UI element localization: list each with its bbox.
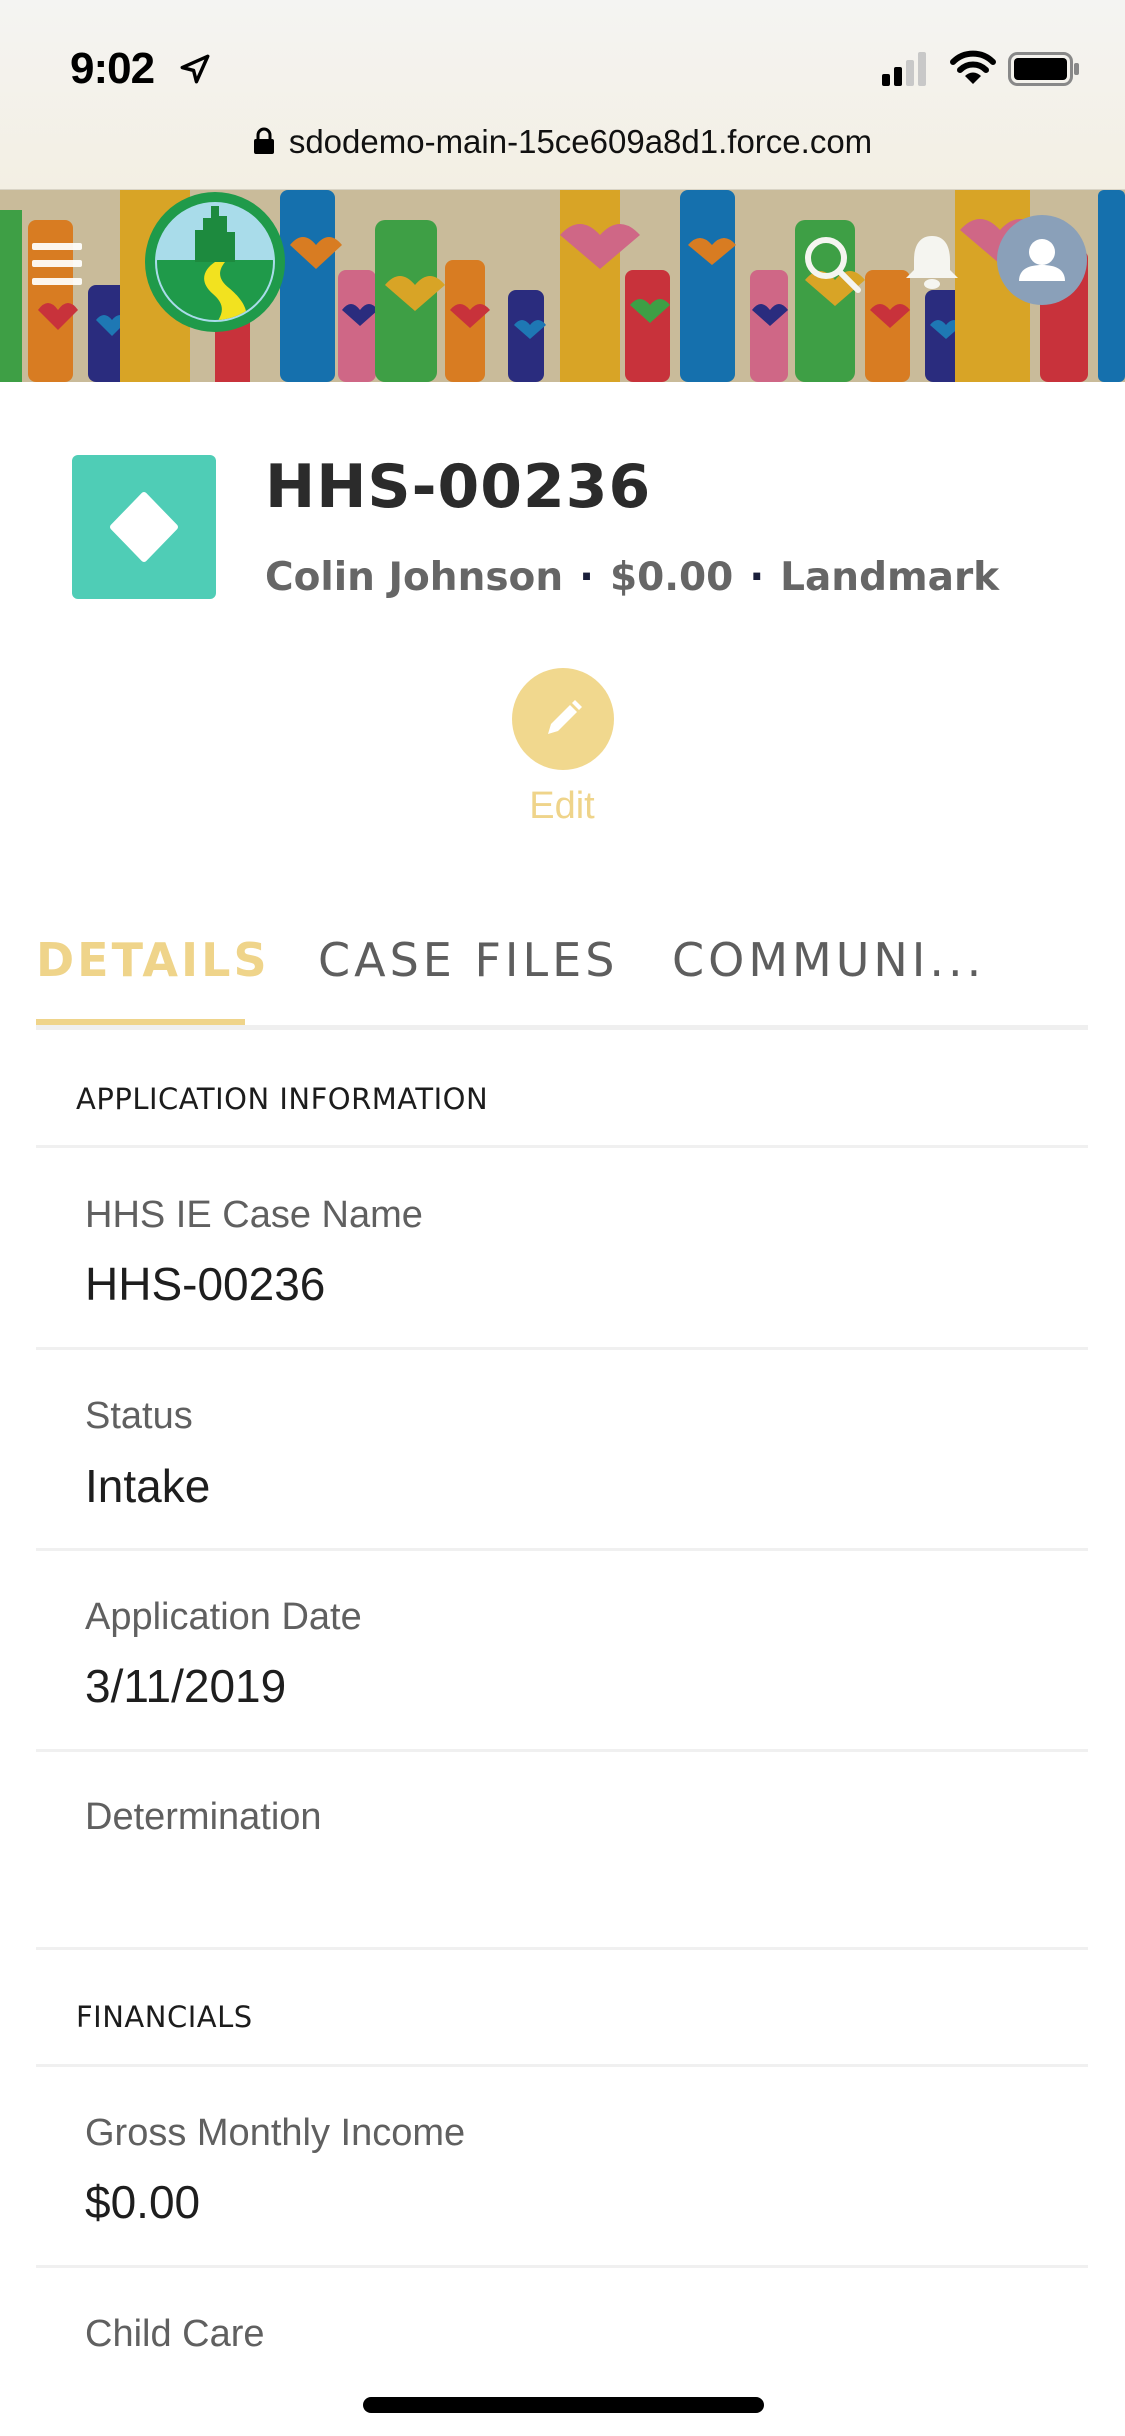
divider [36,1347,1088,1350]
separator-dot: · [579,555,594,600]
record-title: HHS-00236 [265,452,652,522]
browser-chrome: 9:02 sdodemo-main-15ce609a8d1.force.com [0,0,1125,190]
divider [36,2265,1088,2268]
lock-icon [253,127,274,154]
section-header-application-information[interactable]: APPLICATION INFORMATION [76,1081,488,1117]
active-tab-indicator [36,1019,245,1025]
divider [36,1548,1088,1551]
tab-bar-rule [36,1025,1088,1030]
user-avatar-button[interactable] [997,215,1087,305]
record-amount: $0.00 [609,555,734,600]
field-label-determination: Determination [85,1796,322,1838]
tab-details[interactable]: DETAILS [36,932,270,988]
record-contact-name: Colin Johnson [265,555,564,600]
divider [36,1749,1088,1752]
field-label-case-name: HHS IE Case Name [85,1194,423,1236]
location-arrow-icon [180,54,210,84]
menu-button[interactable] [32,243,82,285]
divider [36,2064,1088,2067]
user-avatar-icon [1019,239,1065,281]
field-value-case-name: HHS-00236 [85,1258,326,1310]
cellular-signal-icon [882,52,926,86]
field-value-status: Intake [85,1460,211,1512]
tab-communications[interactable]: COMMUNI... [672,932,985,988]
url-text: sdodemo-main-15ce609a8d1.force.com [288,123,873,160]
record-type-icon [72,455,216,599]
address-bar[interactable]: sdodemo-main-15ce609a8d1.force.com [0,120,1125,164]
hamburger-menu-icon [32,243,82,250]
field-label-status: Status [85,1395,193,1437]
edit-label[interactable]: Edit [462,785,662,828]
edit-button[interactable] [512,668,614,770]
section-header-financials[interactable]: FINANCIALS [76,1999,253,2035]
tab-case-files[interactable]: CASE FILES [318,932,618,988]
diamond-icon [110,492,178,562]
separator-dot: · [749,555,765,600]
divider [36,1947,1088,1950]
field-label-child-care: Child Care [85,2313,265,2355]
record-account: Landmark [780,555,1000,600]
search-icon[interactable] [800,232,864,296]
field-value-application-date: 3/11/2019 [85,1660,287,1712]
divider [36,1145,1088,1148]
battery-icon [1008,52,1079,86]
field-label-application-date: Application Date [85,1596,362,1638]
pencil-icon [548,700,582,734]
emerald-city-logo[interactable] [143,190,287,334]
status-time: 9:02 [70,44,155,93]
home-indicator[interactable] [363,2397,764,2413]
field-value-gross-monthly-income: $0.00 [85,2176,201,2228]
record-subtitle: Colin Johnson · $0.00 · Landmark [265,555,999,601]
field-label-gross-monthly-income: Gross Monthly Income [85,2112,466,2154]
wifi-icon [950,50,996,84]
bell-icon[interactable] [900,232,964,290]
